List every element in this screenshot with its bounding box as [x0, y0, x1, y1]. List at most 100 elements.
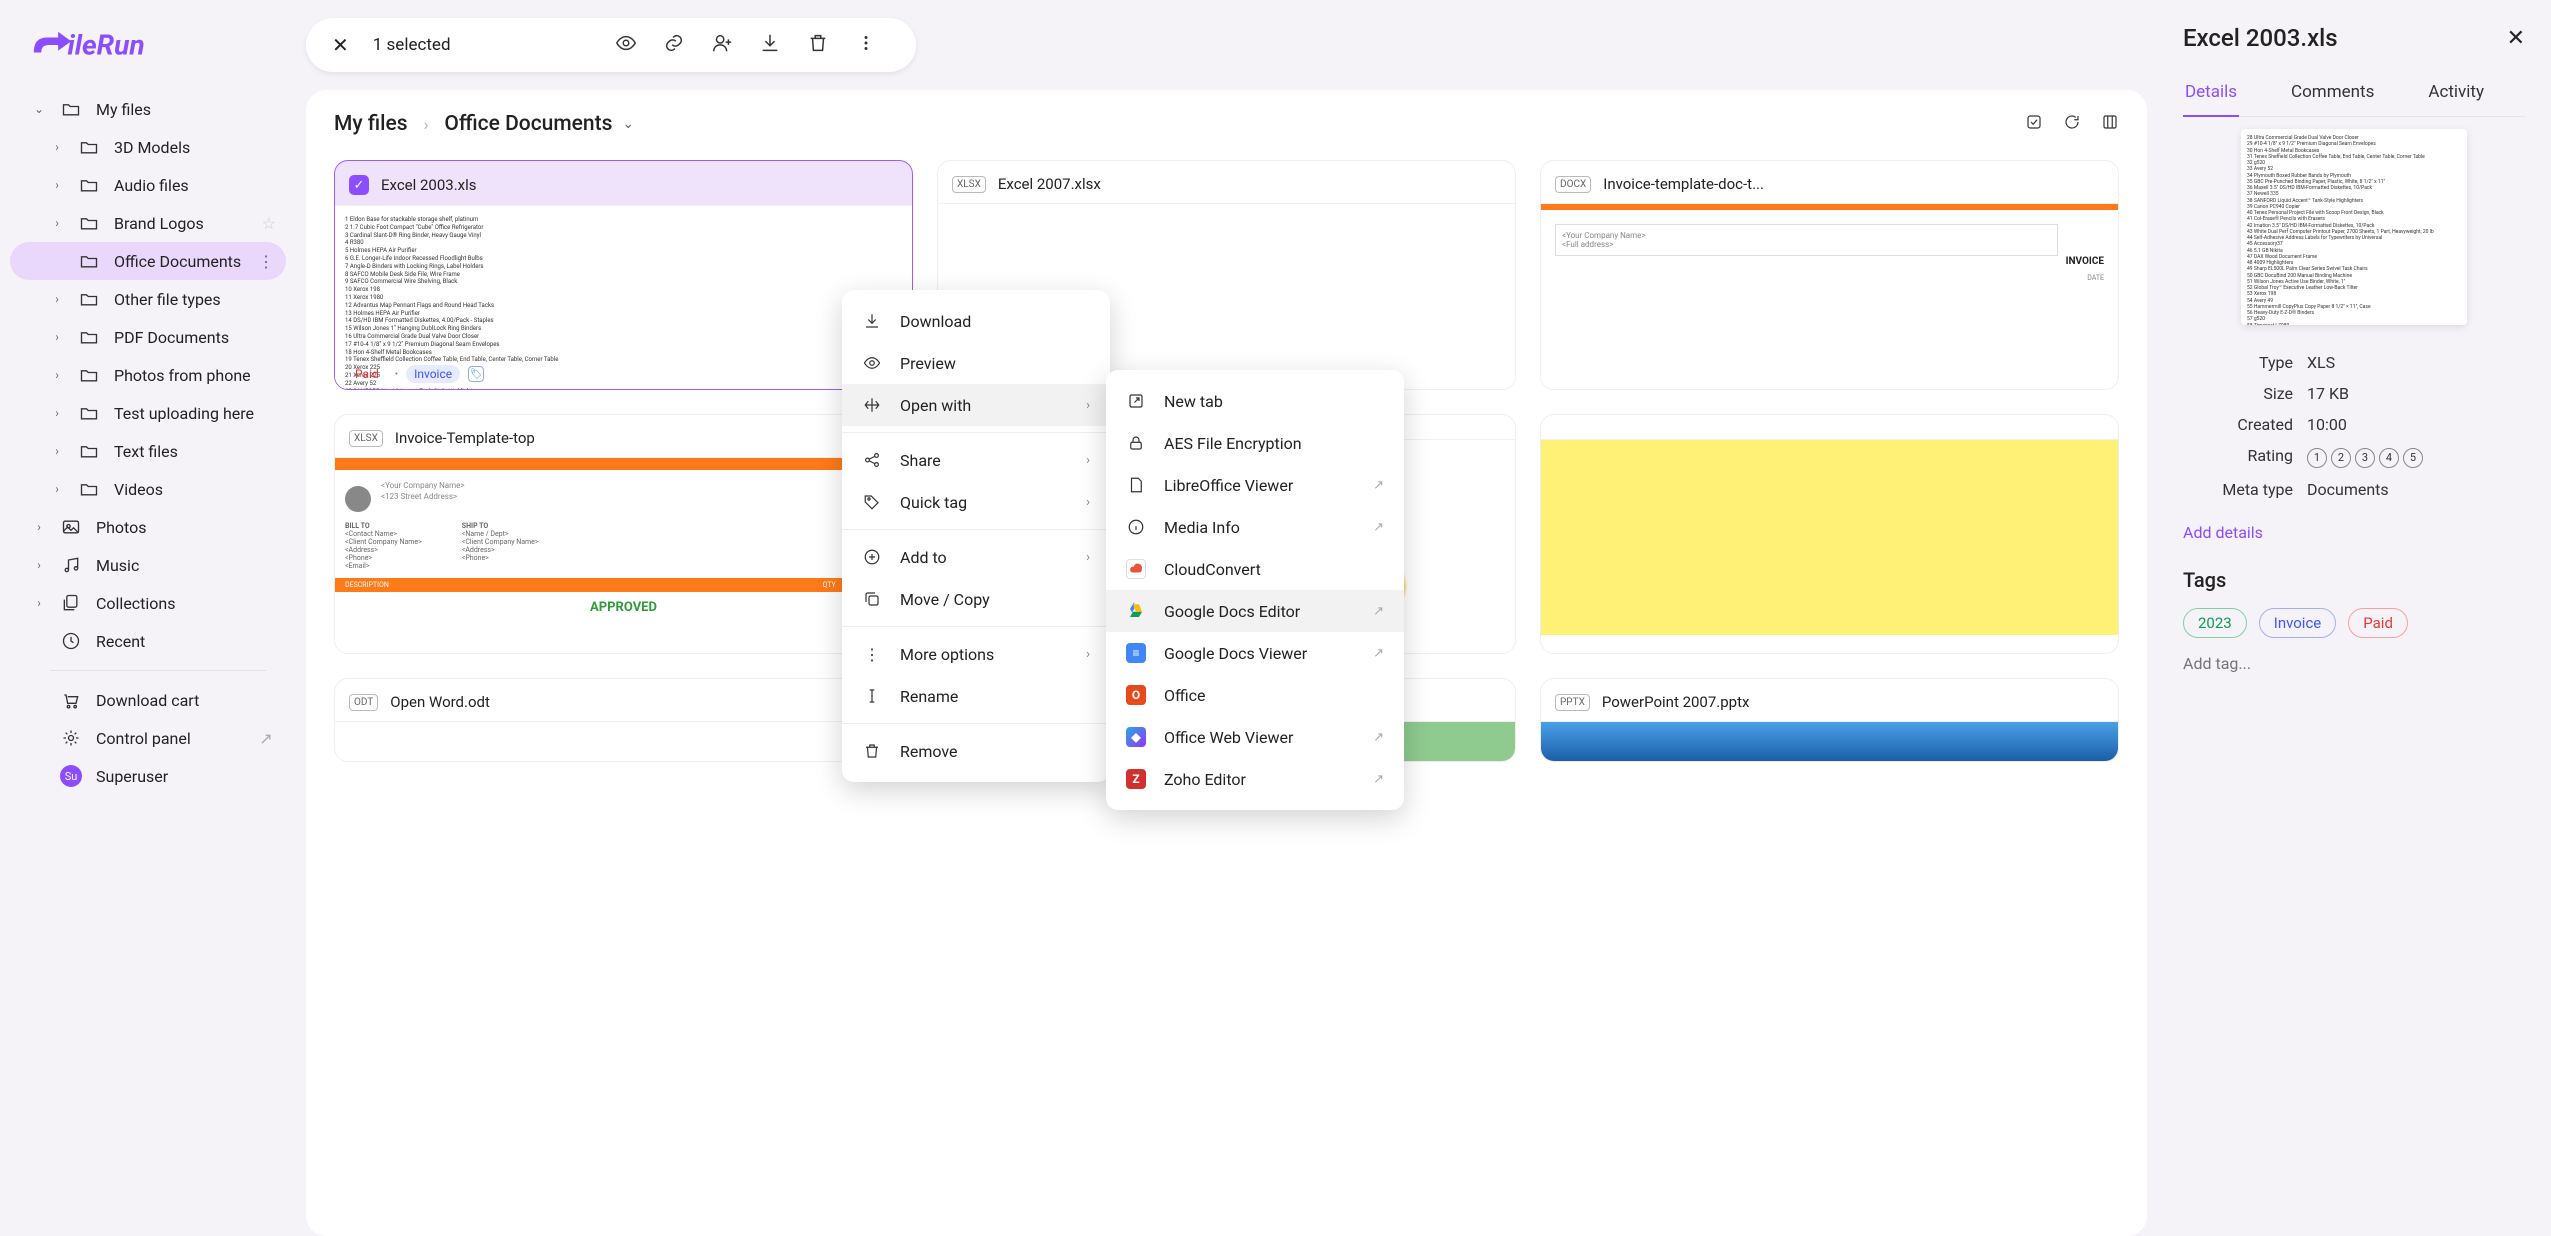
ow-office[interactable]: OOffice: [1106, 674, 1404, 716]
more-vert-icon: ⋮: [862, 644, 882, 664]
more-button[interactable]: [842, 32, 890, 58]
tree-label: My files: [96, 100, 151, 119]
tree-item-otherfiles[interactable]: ›Other file types: [10, 280, 286, 318]
file-card[interactable]: PPTXPowerPoint 2007.pptx: [1540, 678, 2119, 762]
file-card[interactable]: ✓ Excel 2003.xls 1 Eldon Base for stacka…: [334, 160, 913, 390]
tab-comments[interactable]: Comments: [2289, 74, 2376, 116]
folder-icon: [78, 402, 100, 424]
tree-root-myfiles[interactable]: ⌄ My files: [10, 90, 286, 128]
tree-label: 3D Models: [114, 138, 190, 157]
tree-item-3dmodels[interactable]: ›3D Models: [10, 128, 286, 166]
ow-aes[interactable]: AES File Encryption: [1106, 422, 1404, 464]
ctx-quicktag[interactable]: Quick tag›: [842, 481, 1110, 523]
close-details-button[interactable]: ✕: [2507, 26, 2525, 51]
chevron-right-icon: ›: [50, 368, 64, 382]
ctx-rename[interactable]: Rename: [842, 675, 1110, 717]
file-card[interactable]: DOCXInvoice-template-doc-t... <Your Comp…: [1540, 160, 2119, 390]
add-tag-input[interactable]: [2183, 654, 2525, 673]
chevron-down-icon[interactable]: ⌄: [622, 116, 634, 132]
nav-downloadcart[interactable]: ›Download cart: [10, 681, 286, 719]
link-button[interactable]: [650, 32, 698, 58]
separator: [842, 529, 1110, 530]
ow-libreoffice[interactable]: LibreOffice Viewer↗: [1106, 464, 1404, 506]
file-card[interactable]: XLSXInvoice-Template-top <Your Company N…: [334, 414, 913, 654]
close-selection-button[interactable]: ✕: [332, 33, 349, 57]
tree-item-testupload[interactable]: ›Test uploading here: [10, 394, 286, 432]
ow-zoho[interactable]: ZZoho Editor↗: [1106, 758, 1404, 800]
download-button[interactable]: [746, 32, 794, 58]
rating-stars[interactable]: 12345: [2307, 446, 2427, 468]
tree-item-officedocs[interactable]: ›Office Documents⋮: [10, 242, 286, 280]
add-details-link[interactable]: Add details: [2183, 523, 2525, 542]
copy-icon: [862, 589, 882, 609]
details-panel: Excel 2003.xls ✕ Details Comments Activi…: [2165, 0, 2551, 1236]
zoho-icon: Z: [1126, 769, 1146, 789]
tree-item-photosphone[interactable]: ›Photos from phone: [10, 356, 286, 394]
ow-gdocs-editor[interactable]: Google Docs Editor↗: [1106, 590, 1404, 632]
nav-superuser[interactable]: ›SuSuperuser: [10, 757, 286, 795]
tree-item-audio[interactable]: ›Audio files: [10, 166, 286, 204]
file-card[interactable]: ODTOpen Word.odt: [334, 678, 913, 762]
tag-chip[interactable]: Paid: [2348, 608, 2408, 638]
ow-mediainfo[interactable]: Media Info↗: [1106, 506, 1404, 548]
refresh-button[interactable]: [2063, 113, 2081, 136]
nav-recent[interactable]: ›Recent: [10, 622, 286, 660]
add-user-button[interactable]: [698, 32, 746, 58]
tab-activity[interactable]: Activity: [2426, 74, 2486, 116]
eye-icon: [862, 353, 882, 373]
ctx-movecopy[interactable]: Move / Copy: [842, 578, 1110, 620]
chevron-right-icon: ›: [32, 596, 46, 610]
tree-label: PDF Documents: [114, 328, 229, 347]
gdrive-icon: [1126, 601, 1146, 621]
tags-heading: Tags: [2183, 568, 2525, 592]
chevron-right-icon: ›: [50, 292, 64, 306]
ow-office-web[interactable]: ◆Office Web Viewer↗: [1106, 716, 1404, 758]
tag-chip[interactable]: Invoice: [2259, 608, 2337, 638]
crumb-myfiles[interactable]: My files: [334, 112, 408, 136]
delete-button[interactable]: [794, 32, 842, 58]
tab-details[interactable]: Details: [2183, 74, 2239, 116]
tree-item-brandlogos[interactable]: ›Brand Logos☆: [10, 204, 286, 242]
tag-icon[interactable]: 🏷: [468, 366, 484, 382]
tag-chip[interactable]: 2023: [2183, 608, 2247, 638]
tree-label: Control panel: [96, 729, 191, 748]
nav-music[interactable]: ›Music: [10, 546, 286, 584]
plus-circle-icon: [862, 547, 882, 567]
more-vert-icon[interactable]: ⋮: [256, 252, 276, 271]
ctx-preview[interactable]: Preview: [842, 342, 1110, 384]
ctx-share[interactable]: Share›: [842, 439, 1110, 481]
file-thumbnail: [1541, 439, 2118, 635]
tree-item-textfiles[interactable]: ›Text files: [10, 432, 286, 470]
star-icon[interactable]: ☆: [262, 214, 276, 233]
view-toggle-button[interactable]: [2101, 113, 2119, 136]
nav-photos[interactable]: ›Photos: [10, 508, 286, 546]
ctx-download[interactable]: Download: [842, 300, 1110, 342]
preview-button[interactable]: [602, 32, 650, 58]
ow-newtab[interactable]: New tab: [1106, 380, 1404, 422]
crumb-current[interactable]: Office Documents: [444, 112, 612, 136]
info-icon: [1126, 517, 1146, 537]
tree-item-pdf[interactable]: › PDF Documents: [10, 318, 286, 356]
external-icon: ↗: [1373, 478, 1384, 493]
nav-collections[interactable]: ›Collections: [10, 584, 286, 622]
folder-icon: [78, 136, 100, 158]
chevron-right-icon: ›: [50, 330, 64, 344]
chevron-right-icon: ›: [424, 115, 429, 134]
ow-cloudconvert[interactable]: CloudConvert: [1106, 548, 1404, 590]
external-icon: ↗: [1373, 730, 1384, 745]
nav-controlpanel[interactable]: ›Control panel↗: [10, 719, 286, 757]
file-card[interactable]: [1540, 414, 2119, 654]
checkbox-icon[interactable]: ✓: [349, 175, 369, 195]
tree-item-videos[interactable]: ›Videos: [10, 470, 286, 508]
music-icon: [60, 554, 82, 576]
cloudconvert-icon: [1126, 559, 1146, 579]
chevron-right-icon: ›: [50, 178, 64, 192]
ow-gdocs-viewer[interactable]: ≡Google Docs Viewer↗: [1106, 632, 1404, 674]
ctx-remove[interactable]: Remove: [842, 730, 1110, 772]
lock-icon: [1126, 433, 1146, 453]
ctx-addto[interactable]: Add to›: [842, 536, 1110, 578]
folder-icon: [78, 288, 100, 310]
ctx-more[interactable]: ⋮More options›: [842, 633, 1110, 675]
select-all-button[interactable]: [2025, 113, 2043, 136]
ctx-openwith[interactable]: Open with›: [842, 384, 1110, 426]
